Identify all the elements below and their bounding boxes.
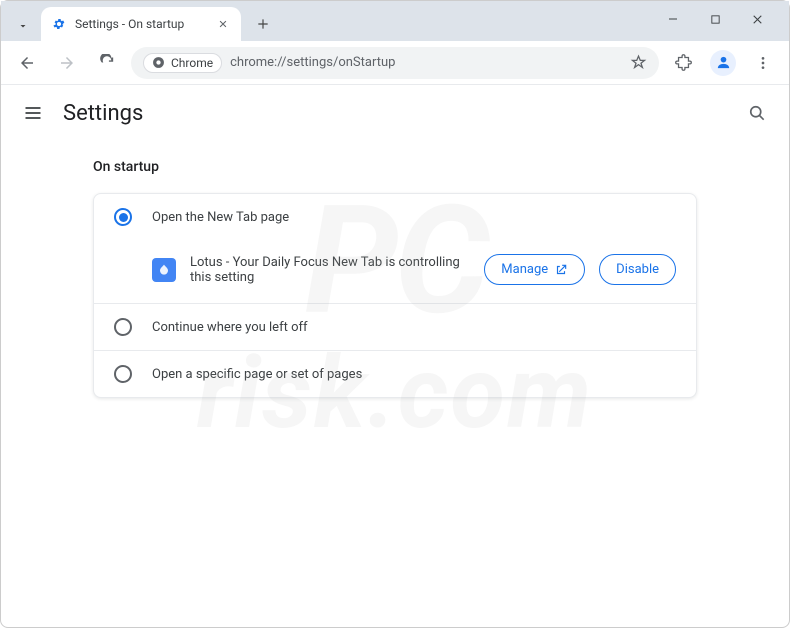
- back-button[interactable]: [11, 47, 43, 79]
- disable-button[interactable]: Disable: [599, 254, 676, 285]
- minimize-icon: [667, 13, 679, 25]
- url-text: chrome://settings/onStartup: [230, 55, 395, 70]
- site-chip[interactable]: Chrome: [143, 53, 222, 73]
- radio-button[interactable]: [114, 318, 132, 336]
- address-bar[interactable]: Chrome chrome://settings/onStartup: [131, 47, 659, 79]
- maximize-icon: [710, 14, 721, 25]
- reload-button[interactable]: [91, 47, 123, 79]
- option-label: Continue where you left off: [152, 320, 308, 335]
- extension-icon: [152, 258, 176, 282]
- settings-header: Settings: [1, 85, 789, 141]
- disable-label: Disable: [616, 262, 659, 277]
- puzzle-icon: [675, 54, 692, 71]
- arrow-right-icon: [58, 54, 76, 72]
- option-label: Open the New Tab page: [152, 210, 289, 225]
- startup-option-specific-pages[interactable]: Open a specific page or set of pages: [94, 351, 696, 397]
- open-external-icon: [554, 263, 568, 277]
- window-titlebar: Settings - On startup: [1, 1, 789, 41]
- avatar: [710, 50, 736, 76]
- lotus-icon: [156, 262, 172, 278]
- manage-label: Manage: [501, 262, 548, 277]
- browser-toolbar: Chrome chrome://settings/onStartup: [1, 41, 789, 85]
- startup-option-new-tab[interactable]: Open the New Tab page: [94, 194, 696, 240]
- notice-text: Lotus - Your Daily Focus New Tab is cont…: [190, 255, 470, 285]
- new-tab-button[interactable]: [249, 10, 277, 38]
- settings-menu-button[interactable]: [21, 101, 45, 125]
- search-icon: [747, 103, 767, 123]
- site-chip-label: Chrome: [171, 56, 213, 70]
- window-controls: [659, 5, 781, 41]
- plus-icon: [256, 17, 270, 31]
- bookmark-button[interactable]: [630, 54, 647, 71]
- gear-icon: [51, 16, 67, 32]
- tab-search-dropdown[interactable]: [9, 11, 37, 41]
- menu-button[interactable]: [747, 47, 779, 79]
- close-icon: [218, 19, 228, 29]
- forward-button[interactable]: [51, 47, 83, 79]
- extension-notice: Lotus - Your Daily Focus New Tab is cont…: [94, 240, 696, 303]
- radio-button[interactable]: [114, 208, 132, 226]
- star-icon: [630, 54, 647, 71]
- tab-close-button[interactable]: [215, 16, 231, 32]
- reload-icon: [99, 54, 116, 71]
- settings-content: On startup Open the New Tab page Lotus -…: [1, 159, 789, 398]
- option-label: Open a specific page or set of pages: [152, 367, 362, 382]
- manage-button[interactable]: Manage: [484, 254, 585, 285]
- close-icon: [751, 13, 764, 26]
- close-window-button[interactable]: [743, 5, 771, 33]
- chevron-down-icon: [17, 20, 29, 32]
- hamburger-icon: [23, 103, 43, 123]
- profile-button[interactable]: [707, 47, 739, 79]
- arrow-left-icon: [18, 54, 36, 72]
- page-title: Settings: [63, 101, 143, 126]
- radio-button[interactable]: [114, 365, 132, 383]
- chrome-logo-icon: [152, 56, 165, 69]
- extensions-button[interactable]: [667, 47, 699, 79]
- person-icon: [715, 54, 732, 71]
- startup-options-card: Open the New Tab page Lotus - Your Daily…: [93, 193, 697, 398]
- maximize-button[interactable]: [701, 5, 729, 33]
- browser-tab[interactable]: Settings - On startup: [41, 7, 241, 41]
- startup-option-continue[interactable]: Continue where you left off: [94, 304, 696, 350]
- settings-search-button[interactable]: [745, 101, 769, 125]
- tab-title: Settings - On startup: [75, 17, 207, 31]
- minimize-button[interactable]: [659, 5, 687, 33]
- dots-vertical-icon: [755, 55, 771, 71]
- section-title: On startup: [93, 159, 697, 175]
